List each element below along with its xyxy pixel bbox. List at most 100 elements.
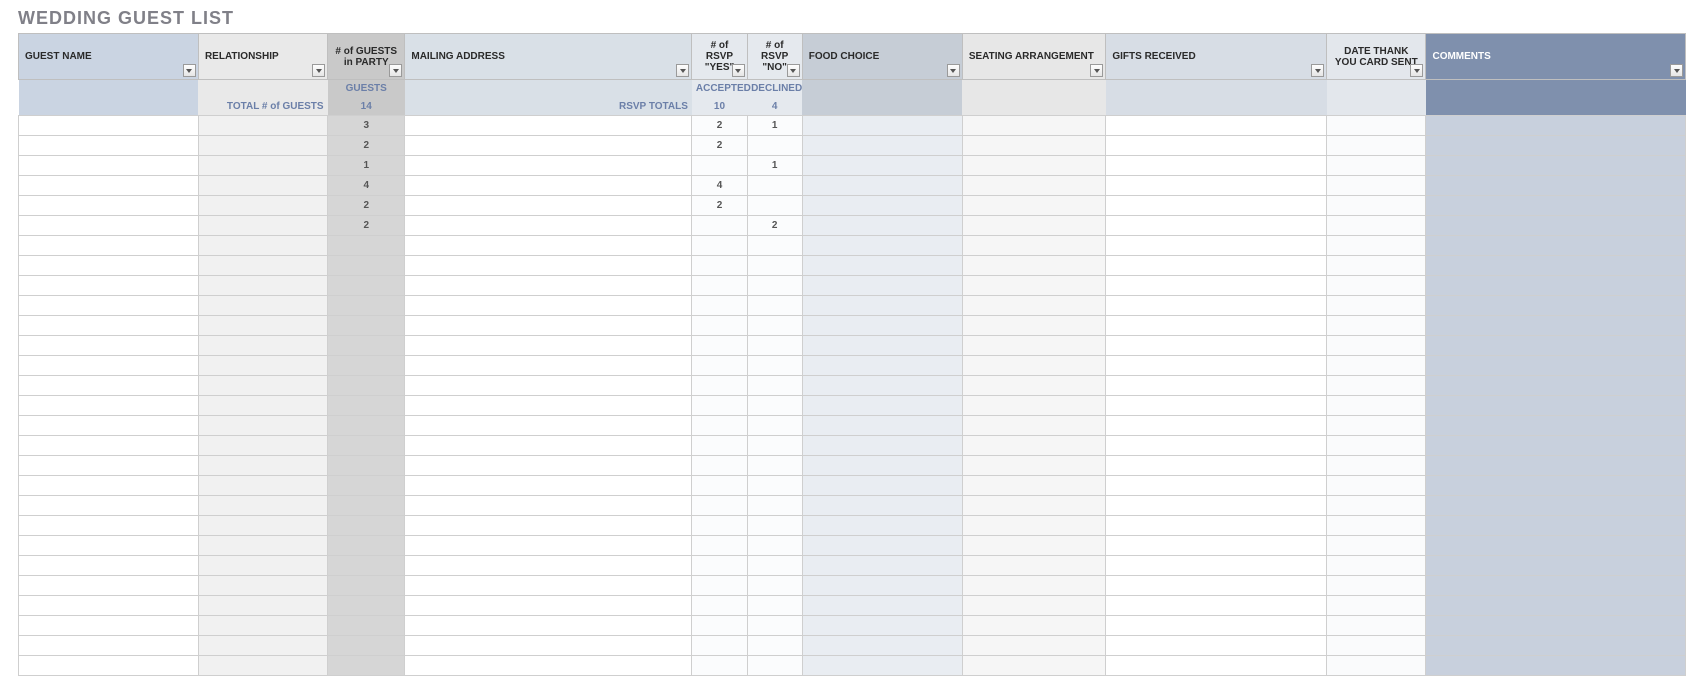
cell-food[interactable] — [802, 656, 962, 676]
header-guest-name[interactable]: GUEST NAME — [19, 34, 199, 80]
cell-guest_name[interactable] — [19, 496, 199, 516]
cell-thank[interactable] — [1327, 456, 1426, 476]
cell-guest_name[interactable] — [19, 216, 199, 236]
cell-comments[interactable] — [1426, 296, 1686, 316]
cell-relationship[interactable] — [198, 256, 327, 276]
cell-no[interactable] — [747, 356, 802, 376]
cell-seating[interactable] — [962, 376, 1106, 396]
cell-comments[interactable] — [1426, 656, 1686, 676]
cell-comments[interactable] — [1426, 136, 1686, 156]
cell-comments[interactable] — [1426, 156, 1686, 176]
cell-guest_name[interactable] — [19, 136, 199, 156]
cell-seating[interactable] — [962, 156, 1106, 176]
cell-food[interactable] — [802, 256, 962, 276]
cell-no[interactable] — [747, 136, 802, 156]
cell-relationship[interactable] — [198, 356, 327, 376]
cell-comments[interactable] — [1426, 276, 1686, 296]
cell-mailing[interactable] — [405, 416, 692, 436]
cell-food[interactable] — [802, 336, 962, 356]
cell-party[interactable] — [328, 576, 405, 596]
cell-yes[interactable] — [692, 296, 747, 316]
cell-seating[interactable] — [962, 396, 1106, 416]
cell-no[interactable] — [747, 496, 802, 516]
cell-food[interactable] — [802, 496, 962, 516]
cell-guest_name[interactable] — [19, 376, 199, 396]
filter-dropdown-icon[interactable] — [676, 64, 689, 77]
cell-guest_name[interactable] — [19, 576, 199, 596]
cell-no[interactable]: 2 — [747, 216, 802, 236]
cell-no[interactable] — [747, 476, 802, 496]
cell-yes[interactable] — [692, 396, 747, 416]
cell-thank[interactable] — [1327, 256, 1426, 276]
cell-party[interactable]: 4 — [328, 176, 405, 196]
cell-comments[interactable] — [1426, 336, 1686, 356]
cell-guest_name[interactable] — [19, 556, 199, 576]
cell-seating[interactable] — [962, 196, 1106, 216]
cell-food[interactable] — [802, 636, 962, 656]
cell-seating[interactable] — [962, 116, 1106, 136]
cell-mailing[interactable] — [405, 396, 692, 416]
cell-comments[interactable] — [1426, 536, 1686, 556]
cell-yes[interactable] — [692, 236, 747, 256]
cell-no[interactable] — [747, 256, 802, 276]
cell-relationship[interactable] — [198, 196, 327, 216]
cell-party[interactable] — [328, 316, 405, 336]
cell-gifts[interactable] — [1106, 436, 1327, 456]
cell-thank[interactable] — [1327, 136, 1426, 156]
cell-party[interactable] — [328, 516, 405, 536]
cell-thank[interactable] — [1327, 316, 1426, 336]
cell-relationship[interactable] — [198, 156, 327, 176]
cell-yes[interactable] — [692, 376, 747, 396]
cell-no[interactable] — [747, 616, 802, 636]
cell-comments[interactable] — [1426, 316, 1686, 336]
filter-dropdown-icon[interactable] — [787, 64, 800, 77]
cell-gifts[interactable] — [1106, 596, 1327, 616]
cell-seating[interactable] — [962, 476, 1106, 496]
cell-no[interactable] — [747, 396, 802, 416]
cell-relationship[interactable] — [198, 296, 327, 316]
cell-comments[interactable] — [1426, 216, 1686, 236]
cell-party[interactable]: 2 — [328, 216, 405, 236]
cell-thank[interactable] — [1327, 356, 1426, 376]
cell-seating[interactable] — [962, 496, 1106, 516]
cell-guest_name[interactable] — [19, 116, 199, 136]
filter-dropdown-icon[interactable] — [1410, 64, 1423, 77]
cell-yes[interactable]: 2 — [692, 196, 747, 216]
cell-guest_name[interactable] — [19, 416, 199, 436]
cell-relationship[interactable] — [198, 556, 327, 576]
cell-mailing[interactable] — [405, 116, 692, 136]
cell-relationship[interactable] — [198, 116, 327, 136]
cell-relationship[interactable] — [198, 656, 327, 676]
cell-thank[interactable] — [1327, 296, 1426, 316]
cell-seating[interactable] — [962, 596, 1106, 616]
cell-no[interactable] — [747, 536, 802, 556]
cell-food[interactable] — [802, 316, 962, 336]
cell-yes[interactable] — [692, 416, 747, 436]
cell-no[interactable] — [747, 196, 802, 216]
cell-yes[interactable] — [692, 516, 747, 536]
cell-mailing[interactable] — [405, 296, 692, 316]
filter-dropdown-icon[interactable] — [389, 64, 402, 77]
cell-relationship[interactable] — [198, 176, 327, 196]
cell-party[interactable]: 2 — [328, 136, 405, 156]
cell-mailing[interactable] — [405, 316, 692, 336]
cell-yes[interactable] — [692, 216, 747, 236]
cell-mailing[interactable] — [405, 256, 692, 276]
cell-no[interactable] — [747, 656, 802, 676]
cell-food[interactable] — [802, 396, 962, 416]
cell-gifts[interactable] — [1106, 496, 1327, 516]
cell-yes[interactable] — [692, 616, 747, 636]
cell-thank[interactable] — [1327, 376, 1426, 396]
cell-no[interactable] — [747, 436, 802, 456]
cell-relationship[interactable] — [198, 316, 327, 336]
filter-dropdown-icon[interactable] — [183, 64, 196, 77]
cell-gifts[interactable] — [1106, 116, 1327, 136]
cell-party[interactable]: 3 — [328, 116, 405, 136]
cell-guest_name[interactable] — [19, 476, 199, 496]
cell-gifts[interactable] — [1106, 516, 1327, 536]
cell-thank[interactable] — [1327, 176, 1426, 196]
cell-guest_name[interactable] — [19, 236, 199, 256]
cell-relationship[interactable] — [198, 576, 327, 596]
cell-no[interactable] — [747, 336, 802, 356]
cell-seating[interactable] — [962, 236, 1106, 256]
